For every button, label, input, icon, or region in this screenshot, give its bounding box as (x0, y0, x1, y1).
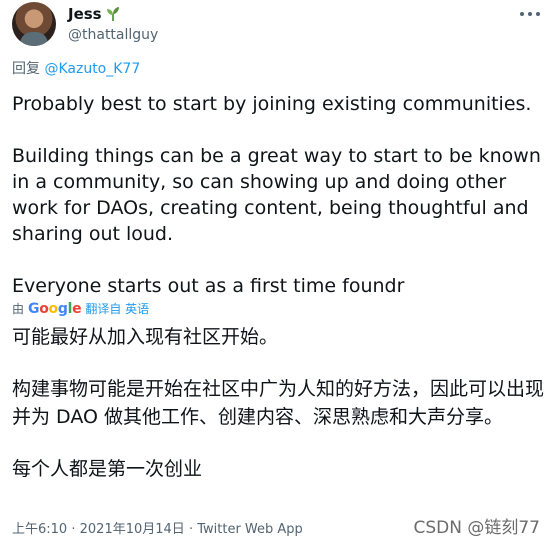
tweet-paragraph: Building things can be a great way to st… (12, 145, 541, 245)
google-logo: Google (28, 301, 82, 317)
dot-icon (520, 12, 524, 16)
dot-icon (536, 12, 540, 16)
tweet-meta: 上午6:10 · 2021年10月14日 · Twitter Web App (12, 521, 303, 539)
dot-icon (528, 12, 532, 16)
reply-mention-link[interactable]: @Kazuto_K77 (44, 61, 140, 77)
name-line: Jess (68, 5, 158, 23)
tweet-time[interactable]: 上午6:10 (12, 522, 67, 537)
reply-to-line: 回复 @Kazuto_K77 (12, 60, 140, 78)
tweet-paragraph: Everyone starts out as a first time foun… (12, 275, 405, 297)
sprout-icon (106, 7, 119, 21)
author-block: Jess @thattallguy (68, 5, 158, 45)
reply-prefix: 回复 (12, 61, 40, 77)
watermark: CSDN @链刻77 (413, 518, 540, 538)
translated-text: 可能最好从加入现有社区开始。 构建事物可能是开始在社区中广为人知的好方法，因此可… (12, 323, 544, 483)
avatar[interactable] (12, 2, 56, 46)
translated-from-link[interactable]: 翻译自 英语 (85, 301, 149, 317)
translated-paragraph: 每个人都是第一次创业 (12, 458, 203, 480)
tweet-paragraph: Probably best to start by joining existi… (12, 93, 532, 115)
translated-paragraph: 可能最好从加入现有社区开始。 (12, 326, 279, 348)
author-handle[interactable]: @thattallguy (68, 25, 158, 45)
tweet-text: Probably best to start by joining existi… (12, 91, 544, 299)
translated-paragraph: 构建事物可能是开始在社区中广为人知的好方法，因此可以出现并为 DAO 做其他工作… (12, 378, 545, 428)
more-options-icon[interactable] (520, 8, 540, 20)
tweet-date[interactable]: 2021年10月14日 (80, 522, 185, 537)
author-name[interactable]: Jess (68, 5, 102, 23)
tweet-source[interactable]: Twitter Web App (197, 522, 303, 537)
translated-by-label: 由 (12, 302, 25, 316)
meta-separator: · (71, 522, 76, 537)
tweet-header: Jess @thattallguy (12, 2, 542, 48)
meta-separator: · (188, 522, 194, 537)
translation-attribution: 由 Google 翻译自 英语 (12, 301, 149, 317)
